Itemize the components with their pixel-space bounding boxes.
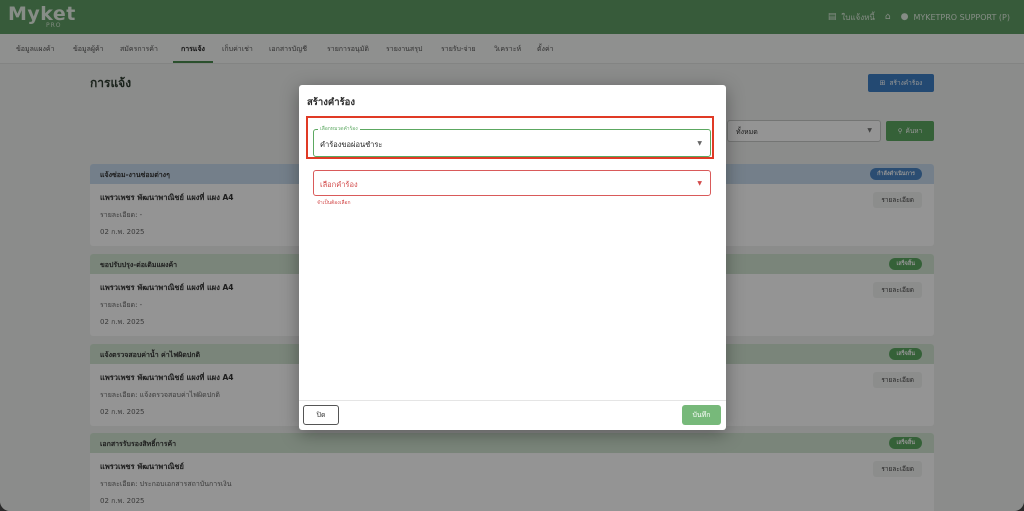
highlight-box: [306, 116, 714, 159]
request-type-select[interactable]: เลือกคำร้อง ▼: [313, 170, 711, 196]
chevron-down-icon: ▼: [697, 180, 702, 187]
close-button[interactable]: ปิด: [303, 405, 339, 425]
dialog-title: สร้างคำร้อง: [307, 97, 356, 108]
save-button[interactable]: บันทึก: [682, 405, 721, 425]
dialog-footer-divider: [299, 400, 726, 401]
request-type-error: จำเป็นต้องเลือก: [317, 200, 351, 206]
request-type-placeholder: เลือกคำร้อง: [320, 180, 358, 189]
create-request-dialog: สร้างคำร้อง เลือกหมวดคำร้อง คำร้องขอผ่อน…: [299, 85, 726, 430]
app-window: Myket PRO ▤ ใบแจ้งหนี้ ⌂ ● MYKETPRO SUPP…: [0, 0, 1024, 511]
